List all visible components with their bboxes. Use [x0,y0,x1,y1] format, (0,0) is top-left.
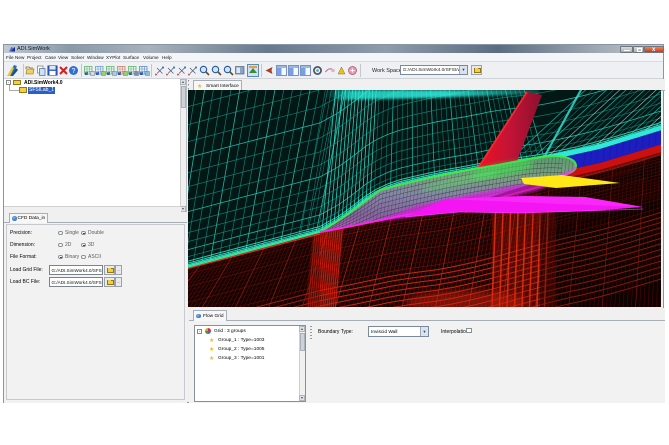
svg-text:?: ? [72,68,76,75]
